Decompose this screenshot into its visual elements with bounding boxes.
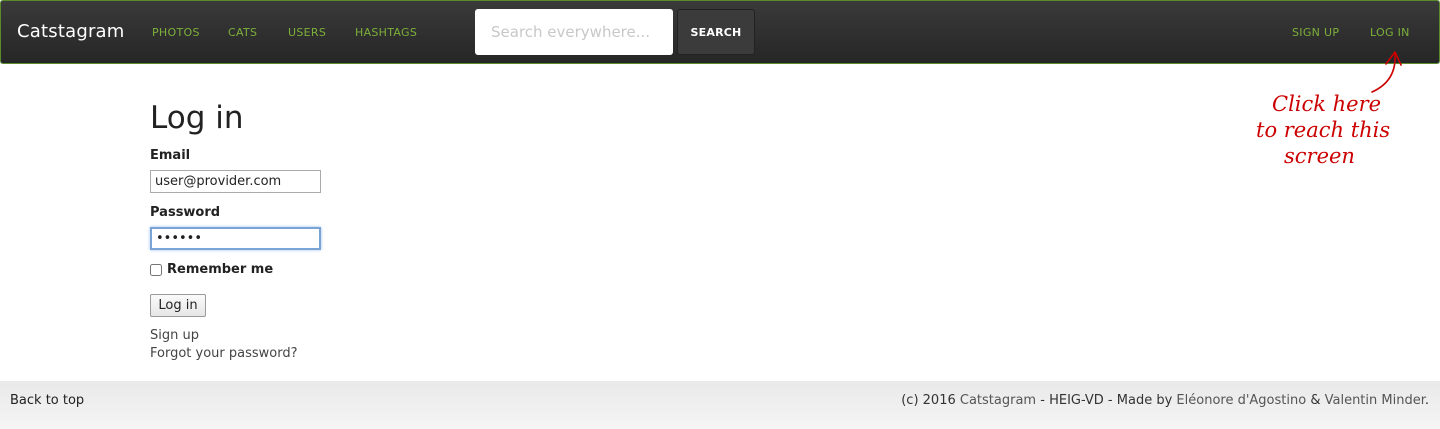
forgot-password-link[interactable]: Forgot your password?	[150, 346, 298, 361]
email-label: Email	[150, 148, 191, 163]
copyright-text: (c) 2016	[901, 393, 956, 408]
and-text: &	[1310, 393, 1321, 408]
password-field[interactable]	[150, 227, 321, 250]
sign-up-link[interactable]: Sign up	[150, 328, 199, 343]
remember-me-label[interactable]: Remember me	[167, 262, 273, 277]
annotation-line-2: to reach this	[1256, 118, 1391, 142]
brand-logo[interactable]: Catstagram	[17, 21, 125, 42]
annotation-line-3: screen	[1284, 144, 1355, 168]
remember-me-checkbox[interactable]	[150, 264, 162, 276]
email-field[interactable]	[150, 170, 321, 193]
author-link-1[interactable]: Eléonore d'Agostino	[1176, 393, 1306, 408]
back-to-top-link[interactable]: Back to top	[10, 393, 84, 408]
footer: Back to top (c) 2016 Catstagram - HEIG-V…	[0, 381, 1440, 429]
site-link[interactable]: Catstagram	[960, 393, 1036, 408]
nav-link-users[interactable]: USERS	[288, 26, 326, 39]
handwritten-annotation: Click here to reach this screen	[1240, 40, 1440, 190]
org-text: - HEIG-VD - Made by	[1040, 393, 1173, 408]
annotation-line-1: Click here	[1272, 92, 1382, 116]
top-navbar: Catstagram PHOTOS CATS USERS HASHTAGS SE…	[0, 0, 1440, 64]
nav-link-sign-up[interactable]: SIGN UP	[1292, 26, 1339, 39]
nav-link-cats[interactable]: CATS	[228, 26, 257, 39]
page-title: Log in	[150, 100, 244, 136]
period-text: .	[1424, 393, 1429, 408]
nav-link-photos[interactable]: PHOTOS	[152, 26, 200, 39]
log-in-button[interactable]: Log in	[150, 294, 206, 317]
author-link-2[interactable]: Valentin Minder	[1325, 393, 1425, 408]
footer-credits: (c) 2016 Catstagram - HEIG-VD - Made by …	[901, 393, 1429, 408]
search-button[interactable]: SEARCH	[677, 9, 755, 55]
search-input[interactable]	[475, 9, 673, 55]
nav-link-log-in[interactable]: LOG IN	[1370, 26, 1410, 39]
password-label: Password	[150, 205, 221, 220]
nav-link-hashtags[interactable]: HASHTAGS	[355, 26, 417, 39]
